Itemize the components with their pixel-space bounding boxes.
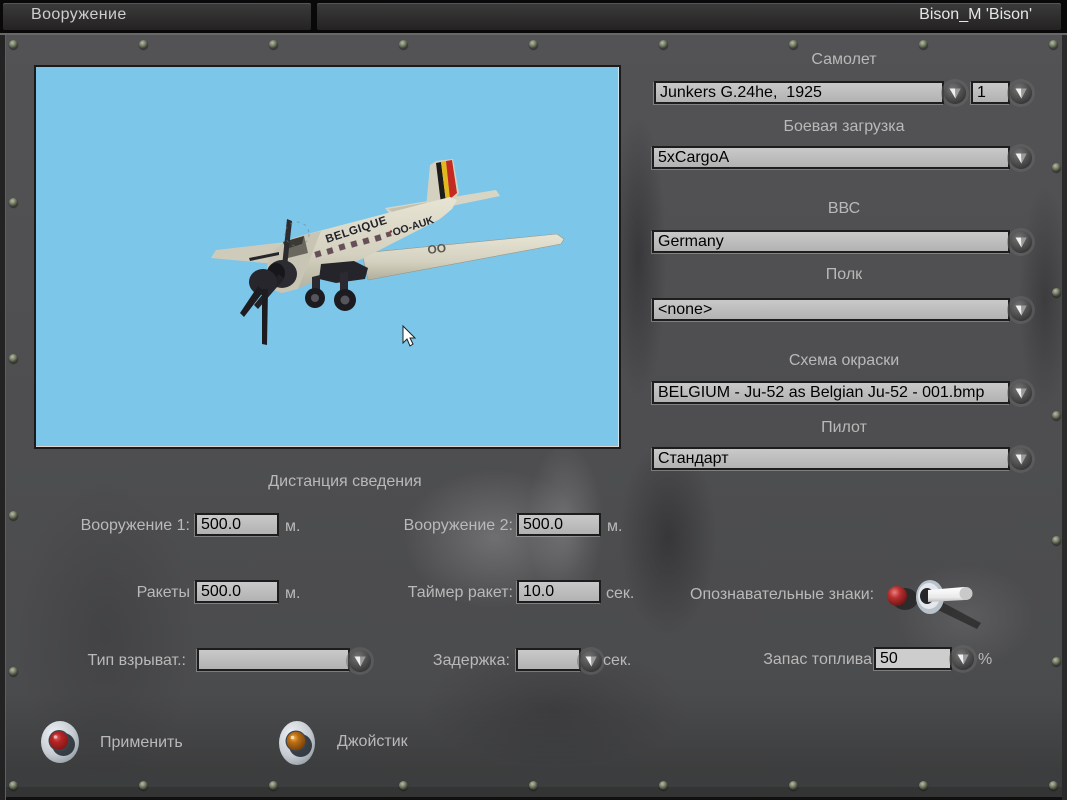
svg-text:OO: OO [427,241,447,257]
